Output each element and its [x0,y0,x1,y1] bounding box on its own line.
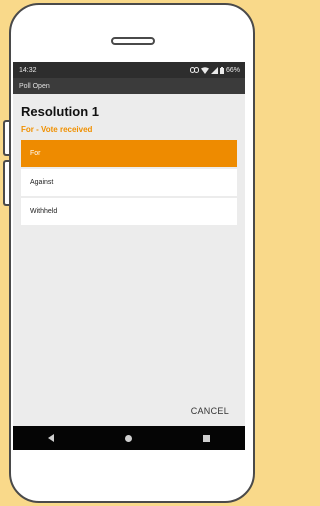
poll-content: Resolution 1 For - Vote received For Aga… [13,94,245,225]
recent-apps-icon[interactable] [202,434,210,442]
cancel-button[interactable]: CANCEL [191,406,229,416]
vote-status: For - Vote received [21,125,93,134]
home-icon[interactable] [124,434,132,442]
phone-screen: 14:32 66% Poll Open Resolution 1 For - V… [13,62,245,450]
status-bar: 14:32 66% [13,62,245,78]
speaker-grille [111,37,155,45]
option-for[interactable]: For [21,140,237,167]
battery-icon [219,66,224,74]
option-against[interactable]: Against [21,169,237,196]
resolution-title: Resolution 1 [21,104,100,119]
back-icon[interactable] [48,434,55,442]
app-bar: Poll Open [13,78,245,94]
option-label: For [30,150,41,157]
link-icon [189,67,199,73]
battery-level: 66% [225,66,240,74]
app-title: Poll Open [19,82,50,90]
navigation-bar [13,426,245,450]
vote-options: For Against Withheld [21,140,237,225]
wifi-icon [200,66,209,74]
signal-icon [210,66,218,74]
option-label: Withheld [30,208,58,215]
option-label: Against [30,179,54,186]
status-time: 14:32 [19,66,37,74]
option-withheld[interactable]: Withheld [21,198,237,225]
status-icons: 66% [189,66,240,74]
